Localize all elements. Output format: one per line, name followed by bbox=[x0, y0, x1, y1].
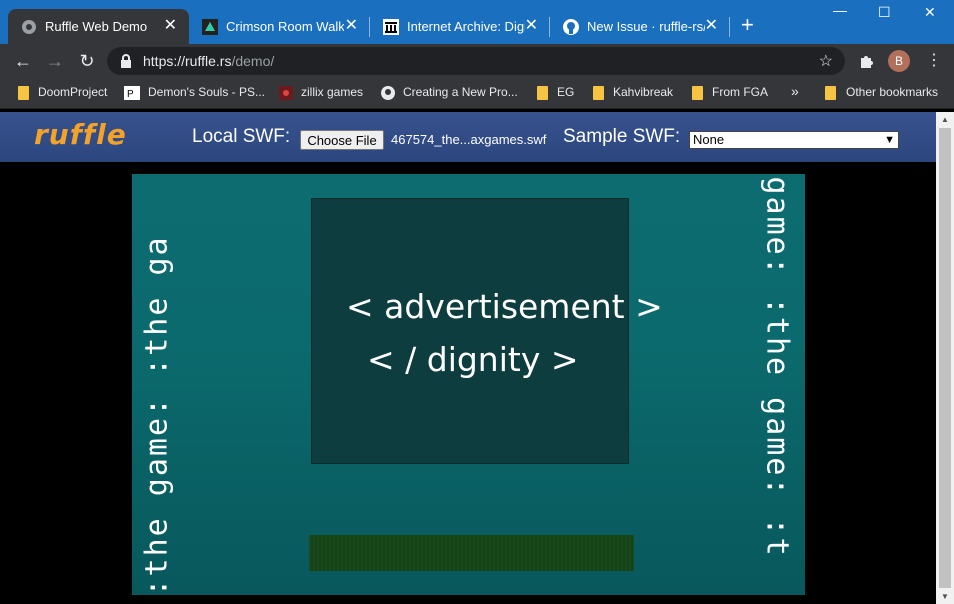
advertisement-box[interactable]: < advertisement > < / dignity > bbox=[311, 198, 663, 464]
avatar[interactable]: B bbox=[888, 50, 910, 72]
sample-swf-select[interactable]: None ▼ bbox=[689, 131, 899, 149]
bookmarks-bar: DoomProject P Demon's Souls - PS... zill… bbox=[0, 78, 954, 109]
archive-icon bbox=[383, 19, 399, 35]
tab-crimson-room[interactable]: Crimson Room Walkth ✕ bbox=[189, 9, 370, 44]
tab-title: Internet Archive: Digit bbox=[407, 19, 525, 34]
bookmark-item[interactable]: Creating a New Pro... bbox=[403, 85, 518, 99]
forward-arrow-icon[interactable]: → bbox=[45, 51, 65, 71]
ruffle-logo[interactable]: ruffle bbox=[34, 118, 127, 151]
advertisement-text: < advertisement > bbox=[346, 287, 663, 326]
lock-icon bbox=[121, 54, 131, 68]
left-vertical-text: :the game: :the ga bbox=[139, 235, 175, 595]
bookmark-item[interactable]: From FGA bbox=[712, 85, 768, 99]
tab-separator bbox=[729, 17, 730, 37]
other-bookmarks[interactable]: Other bookmarks bbox=[846, 85, 938, 99]
right-vertical-text: game: :the game: :t bbox=[759, 176, 795, 558]
sample-select-value: None bbox=[693, 132, 725, 147]
close-tab-icon[interactable]: ✕ bbox=[164, 16, 177, 36]
folder-icon bbox=[593, 86, 604, 100]
globe-icon bbox=[22, 20, 36, 34]
tab-internet-archive[interactable]: Internet Archive: Digit ✕ bbox=[370, 9, 550, 44]
sample-swf-label: Sample SWF: bbox=[563, 126, 681, 147]
reload-icon[interactable]: ↻ bbox=[77, 51, 97, 71]
github-icon bbox=[563, 19, 579, 35]
close-tab-icon[interactable]: ✕ bbox=[525, 16, 538, 36]
svg-text:P: P bbox=[127, 89, 134, 100]
folder-icon bbox=[537, 86, 548, 100]
dignity-text: < / dignity > bbox=[367, 340, 579, 379]
close-tab-icon[interactable]: ✕ bbox=[345, 16, 358, 36]
folder-icon bbox=[18, 86, 29, 100]
bookmark-star-icon[interactable]: ☆ bbox=[819, 51, 833, 71]
url-text: https://ruffle.rs/demo/ bbox=[143, 53, 275, 69]
bookmarks-overflow-button[interactable]: » bbox=[791, 83, 799, 99]
tab-title: Ruffle Web Demo bbox=[45, 19, 148, 34]
scrollbar-thumb[interactable] bbox=[939, 128, 951, 588]
bookmark-item[interactable]: Kahvibreak bbox=[613, 85, 673, 99]
tab-new-issue-github[interactable]: New Issue · ruffle-rs/r ✕ bbox=[550, 9, 730, 44]
choose-file-button[interactable]: Choose File bbox=[300, 130, 384, 150]
local-swf-label: Local SWF: bbox=[192, 126, 291, 147]
page-scrollbar[interactable]: ▲ ▼ bbox=[936, 112, 954, 604]
playstation-icon: P bbox=[124, 86, 140, 100]
address-bar[interactable]: https://ruffle.rs/demo/ ☆ bbox=[107, 47, 845, 75]
extensions-puzzle-icon[interactable] bbox=[859, 53, 875, 69]
tab-ruffle-web-demo[interactable]: Ruffle Web Demo ✕ bbox=[8, 9, 189, 44]
tab-strip: Ruffle Web Demo ✕ Crimson Room Walkth ✕ … bbox=[0, 0, 954, 44]
zillix-icon bbox=[279, 86, 293, 100]
folder-icon bbox=[692, 86, 703, 100]
selected-file-name: 467574_the...axgames.swf bbox=[391, 132, 547, 147]
bookmark-item[interactable]: DoomProject bbox=[38, 85, 107, 99]
folder-icon bbox=[825, 86, 836, 100]
bookmark-item[interactable]: EG bbox=[557, 85, 574, 99]
crimson-room-favicon-icon bbox=[202, 19, 218, 35]
menu-kebab-icon[interactable]: ⋮ bbox=[926, 50, 942, 70]
tab-title: New Issue · ruffle-rs/r bbox=[587, 19, 705, 34]
close-tab-icon[interactable]: ✕ bbox=[705, 16, 718, 36]
github-icon bbox=[381, 86, 395, 100]
back-arrow-icon[interactable]: ← bbox=[13, 51, 33, 71]
tab-title: Crimson Room Walkth bbox=[226, 19, 344, 34]
bookmark-item[interactable]: zillix games bbox=[301, 85, 363, 99]
flash-game-canvas[interactable]: :the game: :the ga game: :the game: :t <… bbox=[132, 174, 805, 595]
close-window-icon[interactable]: ✕ bbox=[924, 4, 936, 21]
maximize-icon[interactable]: ☐ bbox=[878, 4, 891, 21]
scroll-down-arrow-icon[interactable]: ▼ bbox=[941, 592, 949, 601]
chevron-down-icon: ▼ bbox=[884, 134, 895, 146]
grass-strip bbox=[309, 535, 634, 571]
minimize-icon[interactable]: — bbox=[833, 2, 847, 18]
new-tab-button[interactable]: + bbox=[741, 13, 754, 37]
scroll-up-arrow-icon[interactable]: ▲ bbox=[941, 115, 949, 124]
bookmark-item[interactable]: Demon's Souls - PS... bbox=[148, 85, 265, 99]
browser-toolbar: ← → ↻ https://ruffle.rs/demo/ ☆ B ⋮ bbox=[0, 44, 954, 78]
